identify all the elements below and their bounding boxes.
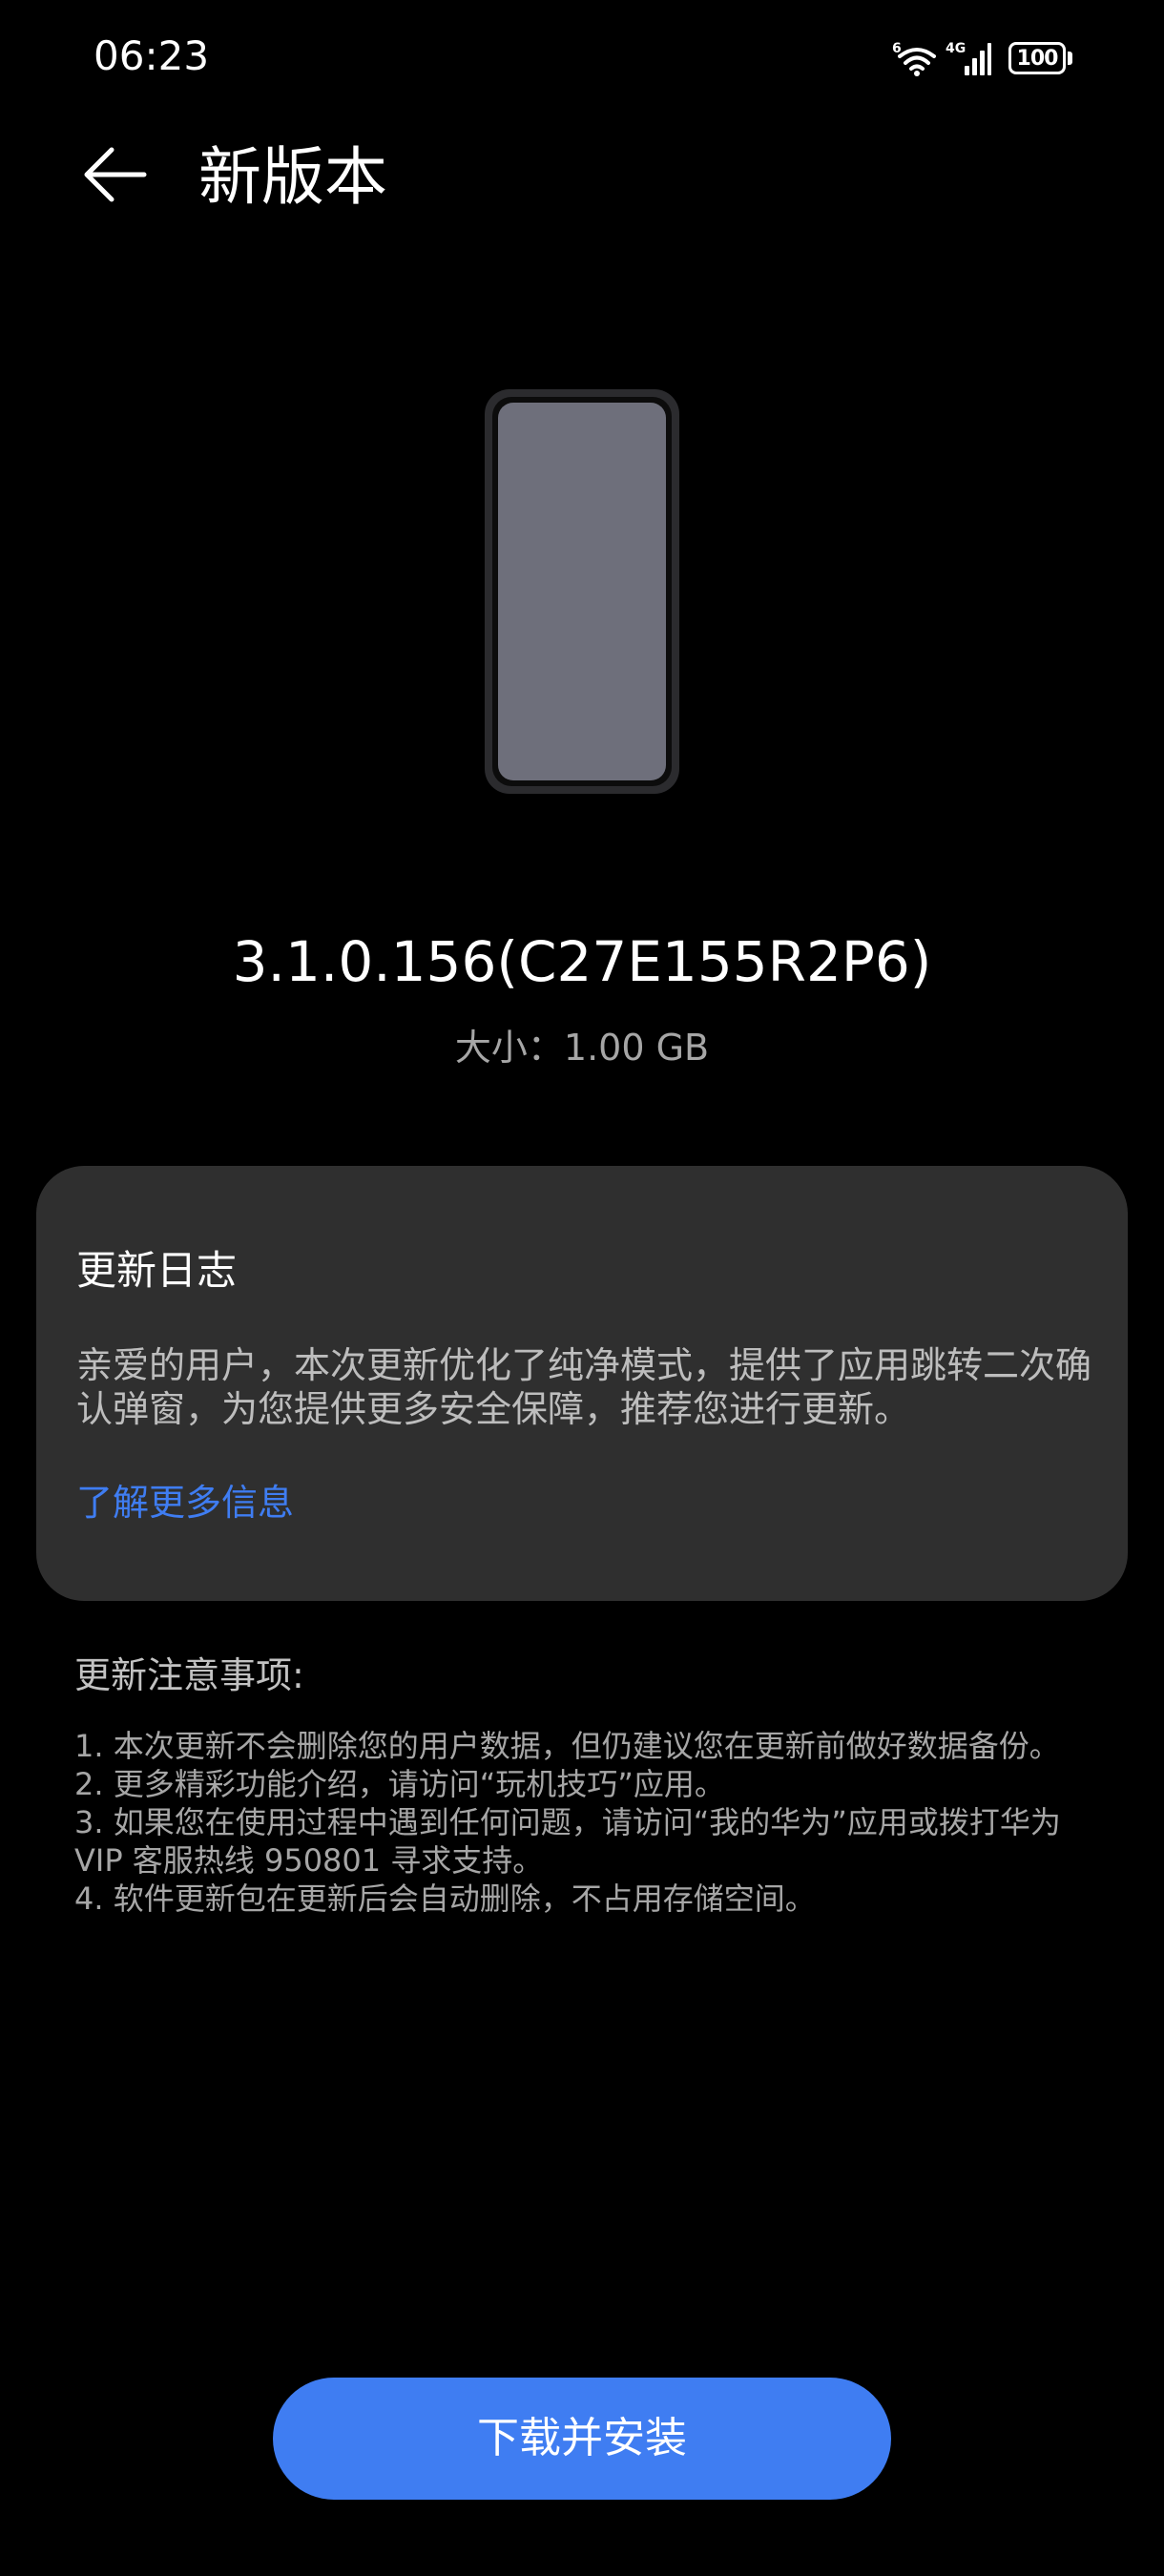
back-button[interactable] <box>71 134 156 219</box>
signal-icon: 4G <box>946 39 991 77</box>
changelog-card: 更新日志 亲爱的用户，本次更新优化了纯净模式，提供了应用跳转二次确认弹窗，为您提… <box>36 1166 1128 1601</box>
version-number: 3.1.0.156(C27E155R2P6) <box>232 929 932 994</box>
status-icons: 6 4G 100 <box>892 36 1072 80</box>
notes-list: 1. 本次更新不会删除您的用户数据，但仍建议您在更新前做好数据备份。 2. 更多… <box>74 1727 1105 1918</box>
learn-more-link[interactable]: 了解更多信息 <box>76 1477 294 1528</box>
note-item: 4. 软件更新包在更新后会自动删除，不占用存储空间。 <box>74 1880 816 1917</box>
changelog-body: 亲爱的用户，本次更新优化了纯净模式，提供了应用跳转二次确认弹窗，为您提供更多安全… <box>76 1344 1092 1430</box>
download-install-button[interactable]: 下载并安装 <box>273 2378 891 2500</box>
note-item: 1. 本次更新不会删除您的用户数据，但仍建议您在更新前做好数据备份。 <box>74 1728 1060 1764</box>
wifi-icon: 6 <box>892 39 940 77</box>
arrow-left-icon <box>79 140 148 213</box>
network-type: 4G <box>946 41 966 56</box>
status-bar: 06:23 6 4G 100 <box>0 0 1164 114</box>
changelog-title: 更新日志 <box>76 1247 238 1294</box>
update-size: 大小：1.00 GB <box>454 1027 710 1069</box>
battery-icon: 100 <box>991 42 1072 74</box>
status-time: 06:23 <box>94 32 210 79</box>
notes-title: 更新注意事项: <box>74 1654 304 1696</box>
note-item: 3. 如果您在使用过程中遇到任何问题，请访问“我的华为”应用或拨打华为VIP 客… <box>74 1804 1061 1879</box>
page-title: 新版本 <box>198 140 387 214</box>
note-item: 2. 更多精彩功能介绍，请访问“玩机技巧”应用。 <box>74 1766 725 1802</box>
phone-icon <box>483 387 681 796</box>
battery-level: 100 <box>1016 46 1059 71</box>
